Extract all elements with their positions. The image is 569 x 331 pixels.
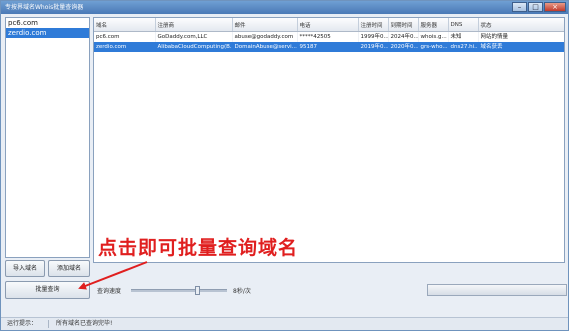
column-header-registrar[interactable]: 注册商	[155, 18, 233, 32]
table-header-row: 域名 注册商 邮件 电话 注册时间 到期时间 服务器 DNS 状态	[94, 18, 564, 32]
query-speed-value: 8秒/次	[233, 288, 251, 295]
column-header-dns[interactable]: DNS	[448, 18, 479, 32]
minimize-button[interactable]: –	[512, 2, 527, 12]
table-row-selected[interactable]: zerdio.com AlibabaCloudComputing(B... Do…	[94, 42, 564, 52]
window-title: 专按界域名Whois批量查询器	[5, 4, 84, 11]
app-window: 专按界域名Whois批量查询器 – □ × pc6.com zerdio.com…	[0, 0, 569, 331]
whois-results-table[interactable]: 域名 注册商 邮件 电话 注册时间 到期时间 服务器 DNS 状态 pc6.co…	[93, 17, 565, 263]
cell-phone: 95187	[297, 42, 359, 52]
domain-list[interactable]: pc6.com zerdio.com	[5, 17, 90, 258]
status-label: 运行提示：	[7, 320, 38, 327]
window-controls: – □ ×	[512, 2, 566, 12]
column-header-phone[interactable]: 电话	[297, 18, 359, 32]
cell-phone: *****42505	[297, 31, 359, 42]
cell-email: abuse@godaddy.com	[232, 31, 298, 42]
cell-server: whois.g...	[418, 31, 449, 42]
status-message: 所有域名已查询完毕!	[56, 320, 113, 327]
progress-bar	[427, 284, 567, 296]
cell-expires: 2024年0...	[388, 31, 419, 42]
cell-status: 域名获丢	[478, 42, 564, 52]
column-header-status[interactable]: 状态	[478, 18, 564, 32]
query-speed-label: 查询速度	[97, 288, 122, 295]
close-button[interactable]: ×	[544, 2, 566, 12]
cell-status: 网站的情量	[478, 31, 564, 42]
column-header-server[interactable]: 服务器	[418, 18, 449, 32]
cell-server: grs-who...	[418, 42, 449, 52]
column-header-domain[interactable]: 域名	[94, 18, 156, 32]
maximize-button[interactable]: □	[528, 2, 543, 12]
cell-registrar: AlibabaCloudComputing(B...	[155, 42, 233, 52]
column-header-expires[interactable]: 到期时间	[388, 18, 419, 32]
query-speed-slider[interactable]	[131, 286, 227, 295]
cell-email: DomainAbuse@servi...	[232, 42, 298, 52]
cell-created: 1999年0...	[358, 31, 389, 42]
status-divider	[48, 320, 49, 328]
domain-list-item-selected[interactable]: zerdio.com	[6, 28, 89, 38]
column-header-created[interactable]: 注册时间	[358, 18, 389, 32]
cell-created: 2019年0...	[358, 42, 389, 52]
status-bar: 运行提示： 所有域名已查询完毕!	[1, 317, 568, 330]
cell-dns: dns27.hi...	[448, 42, 479, 52]
batch-query-button[interactable]: 批量查询	[5, 281, 90, 299]
cell-domain: zerdio.com	[94, 42, 156, 52]
cell-domain: pc6.com	[94, 31, 156, 42]
import-domains-button[interactable]: 导入域名	[5, 260, 45, 277]
title-bar: 专按界域名Whois批量查询器 – □ ×	[1, 1, 568, 14]
table-row[interactable]: pc6.com GoDaddy.com,LLC abuse@godaddy.co…	[94, 31, 564, 42]
cell-registrar: GoDaddy.com,LLC	[155, 31, 233, 42]
cell-dns: 未知	[448, 31, 479, 42]
cell-expires: 2020年0...	[388, 42, 419, 52]
slider-thumb[interactable]	[195, 286, 200, 295]
column-header-email[interactable]: 邮件	[232, 18, 298, 32]
annotation-text: 点击即可批量查询域名	[98, 237, 299, 259]
domain-list-item[interactable]: pc6.com	[6, 18, 89, 28]
add-domain-button[interactable]: 添加域名	[48, 260, 90, 277]
